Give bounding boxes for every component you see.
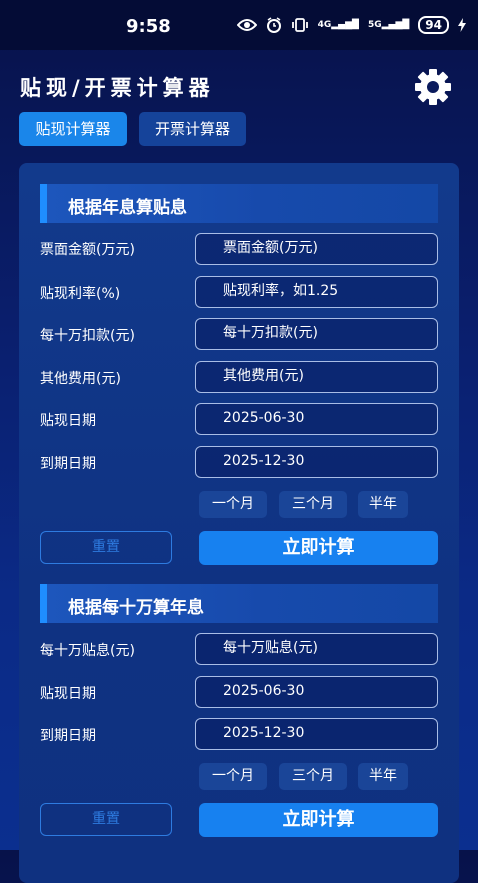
tab-discount-calculator[interactable]: 贴现计算器 [19, 112, 127, 146]
network-label-b: 5G [367, 19, 382, 30]
reset-button[interactable]: 重置 [40, 531, 172, 564]
eye-icon [236, 19, 257, 31]
due-date-input[interactable]: 2025-12-30 [195, 718, 438, 750]
section-annual-rate-header: 根据年息算贴息 [40, 184, 438, 223]
due-date-label: 到期日期 [40, 728, 96, 744]
signal-4g-icon: 4G▂▄▆█ [317, 19, 359, 30]
one-month-chip[interactable]: 一个月 [199, 763, 267, 790]
status-bar: 9:58 4G▂▄▆█ 5G▂▄▆█ 94 [0, 0, 478, 50]
one-month-chip[interactable]: 一个月 [199, 491, 267, 518]
discount-rate-input[interactable]: 贴现利率，如1.25 [195, 276, 438, 308]
discount-date-input[interactable]: 2025-06-30 [195, 403, 438, 435]
deduction-per-100k-input[interactable]: 每十万扣款(元) [195, 318, 438, 350]
signal-5g-icon: 5G▂▄▆█ [367, 19, 410, 30]
calculate-button[interactable]: 立即计算 [199, 531, 438, 565]
status-time: 9:58 [126, 16, 171, 37]
section-title: 根据每十万算年息 [68, 598, 204, 618]
half-year-chip[interactable]: 半年 [358, 763, 408, 790]
discount-rate-label: 贴现利率(%) [40, 286, 121, 302]
other-fees-input[interactable]: 其他费用(元) [195, 361, 438, 393]
half-year-chip[interactable]: 半年 [358, 491, 408, 518]
discount-date-label: 贴现日期 [40, 686, 96, 702]
face-amount-input[interactable]: 票面金额(万元) [195, 233, 438, 265]
other-fees-label: 其他费用(元) [40, 371, 121, 387]
three-months-chip[interactable]: 三个月 [279, 763, 347, 790]
gear-icon[interactable] [414, 68, 452, 106]
deduction-per-100k-label: 每十万扣款(元) [40, 328, 135, 344]
battery-level: 94 [425, 18, 442, 32]
discount-date-input[interactable]: 2025-06-30 [195, 676, 438, 708]
alarm-icon [266, 17, 281, 33]
charging-icon [458, 18, 466, 32]
section-per-100k-header: 根据每十万算年息 [40, 584, 438, 623]
discount-date-label: 贴现日期 [40, 413, 96, 429]
face-amount-label: 票面金额(万元) [40, 242, 135, 258]
due-date-label: 到期日期 [40, 456, 96, 472]
calculate-button[interactable]: 立即计算 [199, 803, 438, 837]
interest-per-100k-input[interactable]: 每十万贴息(元) [195, 633, 438, 665]
vibrate-icon [291, 18, 308, 32]
page-title: 贴现/开票计算器 [20, 76, 215, 100]
status-icons: 4G▂▄▆█ 5G▂▄▆█ 94 [236, 16, 466, 34]
battery-icon: 94 [418, 16, 449, 34]
interest-per-100k-label: 每十万贴息(元) [40, 643, 135, 659]
section-title: 根据年息算贴息 [68, 198, 187, 218]
network-label-a: 4G [317, 19, 332, 30]
tab-invoice-calculator[interactable]: 开票计算器 [139, 112, 246, 146]
reset-button[interactable]: 重置 [40, 803, 172, 836]
three-months-chip[interactable]: 三个月 [279, 491, 347, 518]
due-date-input[interactable]: 2025-12-30 [195, 446, 438, 478]
